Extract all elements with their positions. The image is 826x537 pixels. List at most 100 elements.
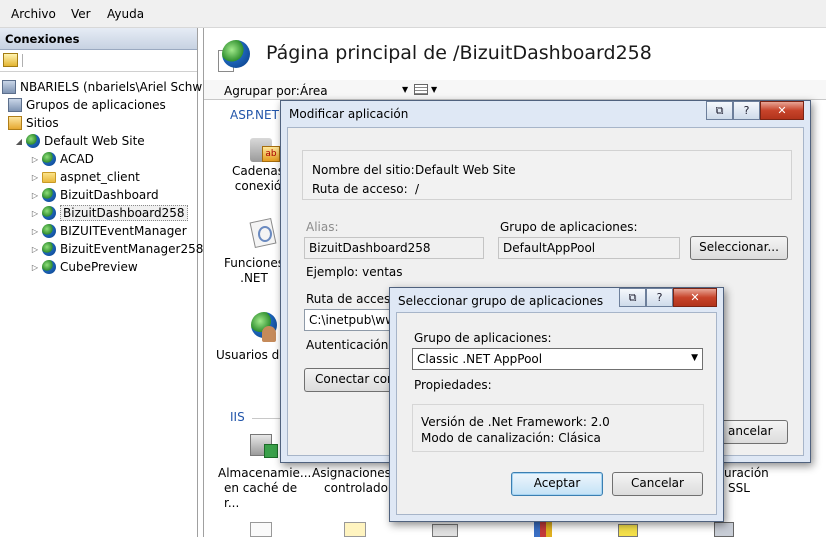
connections-header: Conexiones — [0, 28, 197, 50]
dialog-title: Seleccionar grupo de aplicaciones — [398, 294, 604, 308]
app-pool-label: Grupo de aplicaciones: — [500, 220, 638, 234]
menu-ayuda[interactable]: Ayuda — [107, 7, 144, 21]
caption-buttons: ⧉ ? ✕ — [619, 288, 717, 307]
menu-ver[interactable]: Ver — [71, 7, 91, 21]
expand-arrow-icon[interactable]: ◢ — [14, 137, 24, 146]
site-info-panel: Nombre del sitio: Default Web Site Ruta … — [302, 150, 792, 200]
output-cache-icon[interactable] — [248, 430, 280, 462]
tree-node-sites[interactable]: Sitios — [6, 114, 59, 132]
app-pool-dropdown[interactable]: Classic .NET AppPool ▼ — [412, 348, 703, 370]
net-functions-icon[interactable] — [248, 217, 280, 250]
expand-arrow-icon[interactable]: ▷ — [30, 245, 40, 254]
app-pool-dropdown-value: Classic .NET AppPool — [417, 352, 543, 366]
properties-panel: Versión de .Net Framework: 2.0 Modo de c… — [412, 404, 704, 452]
site-name-value: Default Web Site — [415, 163, 516, 177]
help-icon[interactable]: ? — [733, 101, 760, 120]
framework-version: Versión de .Net Framework: 2.0 — [421, 415, 610, 429]
tree-node-aspnet-client[interactable]: ▷ aspnet_client — [30, 168, 140, 186]
handler-mappings-label: Asignaciones controlador — [312, 466, 393, 495]
app-icon — [42, 206, 56, 220]
group-by-label: Agrupar por: — [224, 84, 300, 98]
section-iis: IIS — [230, 410, 245, 424]
cancel-button[interactable]: Cancelar — [612, 472, 703, 496]
expand-arrow-icon[interactable]: ▷ — [30, 209, 40, 218]
tree-node-acad[interactable]: ▷ ACAD — [30, 150, 94, 168]
connect-icon[interactable] — [3, 53, 18, 67]
expand-arrow-icon[interactable]: ▷ — [30, 155, 40, 164]
folder-icon — [42, 171, 56, 183]
caption-buttons: ⧉ ? ✕ — [706, 101, 804, 120]
ssl-settings-label: uración SSL — [724, 466, 769, 495]
app-icon — [42, 260, 56, 274]
globe-icon — [26, 134, 40, 148]
cancel-button[interactable]: ancelar — [722, 420, 788, 444]
output-cache-label: Almacenamie... en caché de r... — [218, 466, 312, 510]
tree-node-default-site[interactable]: ◢ Default Web Site — [14, 132, 145, 150]
globe-icon — [222, 40, 250, 68]
app-icon — [42, 152, 56, 166]
close-icon[interactable]: ✕ — [760, 101, 804, 120]
users-label: Usuarios de — [216, 348, 287, 362]
tree-node-bizuiteventmanager[interactable]: ▷ BIZUITEventManager — [30, 222, 187, 240]
document-icon[interactable] — [250, 522, 272, 537]
physical-path-label: Ruta de acceso — [306, 292, 398, 306]
ok-button[interactable]: Aceptar — [511, 472, 603, 496]
chart-icon[interactable] — [534, 522, 552, 537]
alias-field[interactable]: BizuitDashboard258 — [304, 237, 484, 259]
dialog-title: Modificar aplicación — [289, 107, 409, 121]
help-icon[interactable]: ? — [646, 288, 673, 307]
example-label: Ejemplo: ventas — [306, 265, 403, 279]
pool-label: Grupo de aplicaciones: — [414, 331, 552, 345]
users-icon[interactable] — [248, 312, 280, 344]
restore-icon[interactable]: ⧉ — [706, 101, 733, 120]
app-icon — [42, 188, 56, 202]
chevron-down-icon[interactable]: ▼ — [691, 353, 698, 363]
tree-node-app-pools[interactable]: Grupos de aplicaciones — [6, 96, 166, 114]
connect-as-button[interactable]: Conectar com — [304, 368, 394, 392]
chevron-down-icon[interactable]: ▼ — [402, 85, 408, 94]
menu-archivo[interactable]: Archivo — [11, 7, 56, 21]
connection-strings-icon[interactable]: ab — [248, 132, 280, 164]
window-icon[interactable] — [432, 524, 458, 537]
dialog-body: Grupo de aplicaciones: Classic .NET AppP… — [396, 312, 717, 515]
tree-node-cubepreview[interactable]: ▷ CubePreview — [30, 258, 138, 276]
site-name-label: Nombre del sitio: — [312, 163, 415, 177]
pipeline-mode: Modo de canalización: Clásica — [421, 431, 601, 445]
page-title: Página principal de /BizuitDashboard258 — [266, 42, 652, 64]
app-pools-icon — [8, 98, 22, 112]
close-icon[interactable]: ✕ — [673, 288, 717, 307]
menu-bar: Archivo Ver Ayuda — [0, 0, 826, 28]
group-by-select[interactable]: Área — [300, 84, 410, 98]
alias-label: Alias: — [306, 220, 339, 234]
physical-path-field[interactable]: C:\inetpub\www — [304, 309, 394, 331]
auth-label: Autenticación d — [306, 338, 400, 352]
document-icon[interactable] — [344, 522, 366, 537]
tree-node-server[interactable]: NBARIELS (nbariels\Ariel Schwindt) — [2, 78, 230, 96]
tree-node-bizuitdashboard258[interactable]: ▷ BizuitDashboard258 — [30, 204, 188, 222]
select-pool-button[interactable]: Seleccionar... — [690, 236, 788, 260]
expand-arrow-icon[interactable]: ▷ — [30, 227, 40, 236]
properties-label: Propiedades: — [414, 378, 492, 392]
server-icon[interactable] — [714, 522, 734, 537]
toolbar-separator — [22, 54, 23, 67]
connections-pane: Conexiones NBARIELS (nbariels\Ariel Schw… — [0, 28, 230, 537]
server-icon — [2, 80, 16, 94]
warning-icon[interactable] — [618, 524, 638, 537]
path-value: / — [415, 182, 420, 196]
app-icon — [42, 242, 56, 256]
chevron-down-icon[interactable]: ▼ — [431, 85, 437, 94]
section-aspnet: ASP.NET — [230, 108, 279, 122]
expand-arrow-icon[interactable]: ▷ — [30, 263, 40, 272]
expand-arrow-icon[interactable]: ▷ — [30, 173, 40, 182]
net-functions-label: Funciones .NET — [224, 256, 284, 285]
group-by-bar: Agrupar por: Área ▼ ▼ — [204, 80, 826, 100]
path-label: Ruta de acceso: — [312, 182, 408, 196]
tree-node-bizuitdashboard[interactable]: ▷ BizuitDashboard — [30, 186, 159, 204]
sites-icon — [8, 116, 22, 130]
app-pool-field: DefaultAppPool — [498, 237, 680, 259]
restore-icon[interactable]: ⧉ — [619, 288, 646, 307]
expand-arrow-icon[interactable]: ▷ — [30, 191, 40, 200]
app-icon — [42, 224, 56, 238]
tree-node-bizuiteventmanager258[interactable]: ▷ BizuitEventManager258 — [30, 240, 203, 258]
view-icon[interactable] — [414, 84, 428, 95]
